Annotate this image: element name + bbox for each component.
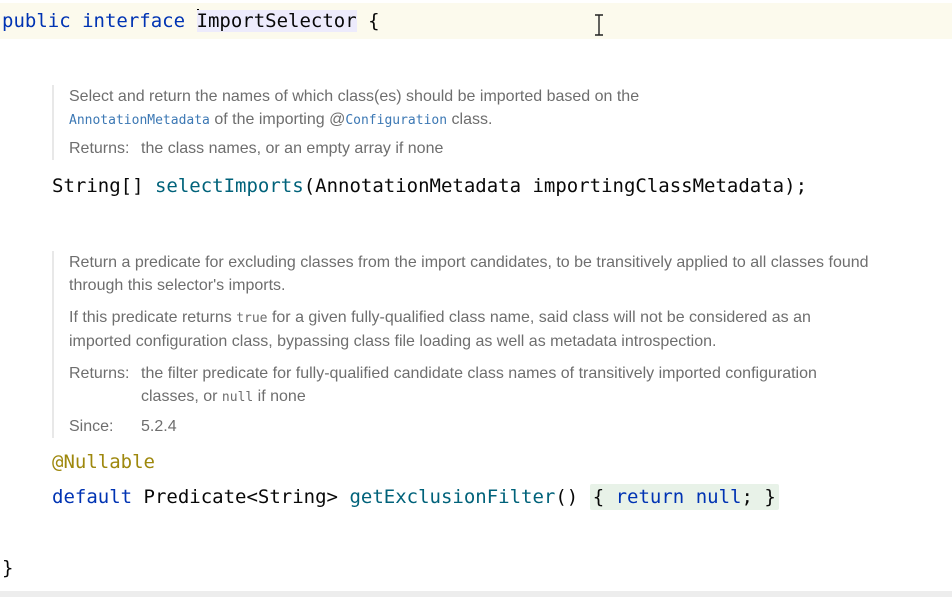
returns-text-2b: if none <box>253 388 306 405</box>
doc-text-line1: Select and return the names of which cla… <box>69 88 640 105</box>
method-select-imports[interactable]: String[] selectImports(AnnotationMetadat… <box>52 175 807 197</box>
returns-label-2: Returns: <box>69 365 130 382</box>
javadoc-select-imports: Select and return the names of which cla… <box>52 85 899 160</box>
doc-para2-a: If this predicate returns <box>69 309 237 326</box>
returns-text-2: the filter predicate for fully-qualified… <box>141 362 869 409</box>
annotation-text: @Nullable <box>52 451 155 473</box>
method-name-get-exclusion-filter[interactable]: getExclusionFilter <box>349 486 555 508</box>
keyword-interface: interface <box>82 10 186 32</box>
doc-since-row: Since: 5.2.4 <box>69 415 869 438</box>
doc-description: Select and return the names of which cla… <box>69 85 899 132</box>
javadoc-exclusion-filter: Return a predicate for excluding classes… <box>52 251 869 438</box>
annotation-nullable[interactable]: @Nullable <box>52 451 155 473</box>
doc-returns-row-2: Returns: the filter predicate for fully-… <box>69 362 869 409</box>
interface-declaration[interactable]: public interface ImportSelector { <box>2 9 380 32</box>
close-brace: } <box>2 557 14 579</box>
interface-close-brace: } <box>2 557 13 579</box>
doc-para1: Return a predicate for excluding classes… <box>69 254 869 294</box>
method-params: (AnnotationMetadata importingClassMetada… <box>303 175 808 197</box>
return-type-predicate: Predicate<String> <box>143 486 338 508</box>
text-cursor-icon <box>595 14 603 36</box>
keyword-null: null <box>695 486 742 508</box>
since-label: Since: <box>69 418 114 435</box>
link-configuration[interactable]: Configuration <box>345 113 447 128</box>
link-annotation-metadata[interactable]: AnnotationMetadata <box>69 113 210 128</box>
horizontal-scrollbar[interactable] <box>0 591 952 597</box>
body-open-brace: { <box>592 486 605 508</box>
interface-name[interactable]: ImportSelector <box>196 10 357 32</box>
method-parens: () <box>555 486 579 508</box>
doc-para2: If this predicate returns true for a giv… <box>69 306 869 353</box>
doc-text-end: class. <box>447 111 493 128</box>
method-get-exclusion-filter[interactable]: default Predicate<String> getExclusionFi… <box>52 484 779 510</box>
keyword-public: public <box>2 10 71 32</box>
keyword-default: default <box>52 486 133 508</box>
since-value: 5.2.4 <box>141 418 177 435</box>
doc-text-mid: of the importing @ <box>209 111 346 128</box>
body-close-brace: } <box>764 486 776 508</box>
doc-returns-row: Returns: the class names, or an empty ar… <box>69 137 899 160</box>
returns-text: the class names, or an empty array if no… <box>141 140 444 157</box>
code-null: null <box>221 390 254 405</box>
return-type: String[] <box>52 175 144 197</box>
method-name-select-imports[interactable]: selectImports <box>155 175 304 197</box>
returns-label: Returns: <box>69 140 130 157</box>
folded-method-body[interactable]: { return null; } <box>589 484 779 510</box>
code-true: true <box>236 311 268 326</box>
open-brace: { <box>368 10 380 32</box>
semicolon: ; <box>741 486 753 508</box>
keyword-return: return <box>615 486 685 508</box>
